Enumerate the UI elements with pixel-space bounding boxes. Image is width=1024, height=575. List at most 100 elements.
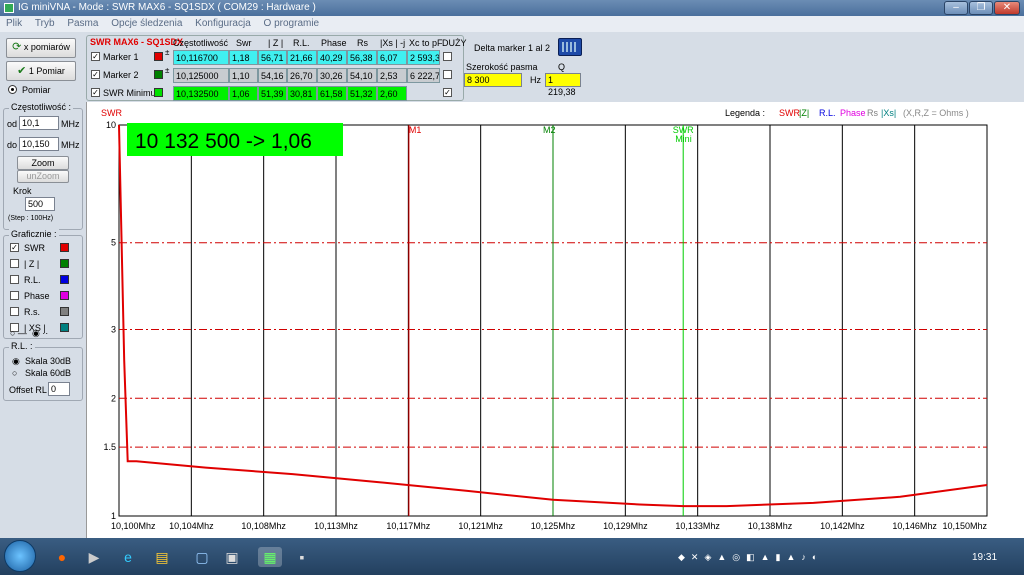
y-tick-label: 2: [111, 393, 116, 403]
graph-checkbox-2[interactable]: [10, 275, 19, 284]
menu-tryb[interactable]: Tryb: [35, 18, 55, 29]
col-freq: Częstotliwość: [173, 38, 229, 48]
graph-color-swatch[interactable]: [60, 291, 69, 300]
krok-input[interactable]: 500: [25, 197, 55, 211]
graph-item-label: SWR: [24, 243, 45, 253]
x-tick-label: 10,133Mhz: [675, 521, 720, 531]
folder-icon[interactable]: ▣: [220, 547, 244, 567]
graph-checkbox-0[interactable]: ✓: [10, 243, 19, 252]
y-tick-label: 1: [111, 511, 116, 521]
task-icon[interactable]: ▪: [290, 547, 314, 567]
graph-color-swatch[interactable]: [60, 275, 69, 284]
menu-konfiguracja[interactable]: Konfiguracja: [195, 18, 251, 29]
y-tick-label: 1.5: [103, 442, 116, 452]
tray-icons[interactable]: ◆✕◈▲◎◧▲▮▲♪◐: [678, 552, 918, 564]
table-title: SWR MAX6 - SQ1SDX: [90, 37, 184, 47]
start-button[interactable]: [4, 540, 36, 572]
freq-to-input[interactable]: 10,150: [19, 137, 59, 151]
y-axis-label: SWR: [101, 108, 122, 118]
marker1-spin[interactable]: ±: [165, 48, 169, 57]
rl-30db-radio[interactable]: ◉: [12, 356, 20, 367]
swrmin-checkbox[interactable]: ✓: [91, 88, 100, 97]
q-label: Q: [558, 62, 566, 72]
marker2-checkbox[interactable]: ✓: [91, 70, 100, 79]
table-cell: 2 593,3: [407, 50, 440, 65]
minimize-button[interactable]: –: [944, 1, 968, 15]
marker2-spin[interactable]: ±: [165, 66, 169, 75]
bw-unit: Hz: [530, 75, 541, 85]
minivna-task[interactable]: ▦: [258, 547, 282, 567]
app-icon: [4, 3, 14, 13]
swrmin-duzy-checkbox[interactable]: ✓: [443, 88, 452, 97]
table-cell: 10,125000: [173, 68, 229, 83]
table-cell: 26,70: [287, 68, 317, 83]
media-player-icon[interactable]: ▶: [82, 547, 106, 567]
table-cell: 21,66: [287, 50, 317, 65]
ie-icon[interactable]: e: [116, 547, 140, 567]
x-tick-label: 10,125Mhz: [531, 521, 576, 531]
graph-checkbox-1[interactable]: [10, 259, 19, 268]
marker-label: Mini: [675, 134, 692, 144]
od-label: od: [7, 119, 18, 129]
swrmin-color[interactable]: [154, 88, 163, 97]
title-bar: IG miniVNA - Mode : SWR MAX6 - SQ1SDX ( …: [0, 0, 1024, 16]
freq-from-input[interactable]: 10,1: [19, 116, 59, 130]
firefox-icon[interactable]: ●: [50, 547, 74, 567]
marker1-color[interactable]: [154, 52, 163, 61]
close-button[interactable]: ✕: [994, 1, 1020, 15]
graph-color-swatch[interactable]: [60, 307, 69, 316]
offset-rl-input[interactable]: 0: [48, 382, 70, 396]
do-label: do: [7, 140, 18, 150]
y-tick-label: 5: [111, 238, 116, 248]
menu-pasma[interactable]: Pasma: [67, 18, 98, 29]
legend-xs: |Xs|: [881, 108, 896, 118]
zoom-button[interactable]: Zoom M1/M2: [17, 156, 69, 180]
explorer-icon[interactable]: ▤: [150, 547, 174, 567]
rl-60db-radio[interactable]: ○: [12, 368, 17, 378]
swr-chart: 10,100Mhz 10,104Mhz 10,108Mhz 10,113Mhz 10,1…: [101, 108, 988, 531]
table-cell: 2,53: [377, 68, 407, 83]
table-cell: 51,32: [347, 86, 377, 101]
graph-color-swatch[interactable]: [60, 323, 69, 332]
col-xc: Xc to pF: [409, 38, 443, 48]
marker1-duzy-checkbox[interactable]: [443, 52, 452, 61]
offset-rl-label: Offset RL: [9, 385, 47, 395]
calculator-icon[interactable]: [558, 38, 582, 56]
marker2-duzy-checkbox[interactable]: [443, 70, 452, 79]
menu-plik[interactable]: Plik: [6, 18, 22, 29]
x-tick-label: 10,142Mhz: [820, 521, 865, 531]
top-panel: ⟳ x pomiarów ✔ 1 Pomiar Pomiar SWR MAX6 …: [0, 32, 1024, 102]
legend-phase: Phase: [840, 108, 866, 118]
x-tick-label: 10,150Mhz: [942, 521, 987, 531]
marker1-checkbox[interactable]: ✓: [91, 52, 100, 61]
graph-checkbox-4[interactable]: [10, 307, 19, 316]
table-cell: 10,116700: [173, 50, 229, 65]
pomiar-radio[interactable]: [8, 85, 17, 94]
menu-bar: Plik Tryb Pasma Opcje śledzenia Konfigur…: [0, 16, 1024, 32]
table-cell: 10,132500: [173, 86, 229, 101]
do-unit: MHz: [61, 140, 80, 150]
graph-color-swatch[interactable]: [60, 243, 69, 252]
window-icon[interactable]: ▢: [190, 547, 214, 567]
readout-text: 10 132 500 -> 1,06: [135, 130, 312, 153]
clock: 19:31: [972, 552, 998, 563]
menu-opcje[interactable]: Opcje śledzenia: [111, 18, 182, 29]
sidebar: Częstotliwość : od 10,1 MHz do 10,150 MH…: [0, 102, 86, 538]
legend-rl: R.L.: [819, 108, 836, 118]
marker2-color[interactable]: [154, 70, 163, 79]
graph-item-label: Phase: [24, 291, 50, 301]
jeden-pomiar-button[interactable]: ✔ 1 Pomiar: [6, 61, 76, 81]
graph-checkbox-3[interactable]: [10, 291, 19, 300]
col-swr: Swr: [236, 38, 252, 48]
table-cell: 1,10: [229, 68, 258, 83]
x-pomiarow-button[interactable]: ⟳ x pomiarów: [6, 38, 76, 58]
check-icon: ✔: [17, 65, 27, 77]
line-style-radio[interactable]: ○ — ◉ ··: [10, 328, 48, 339]
menu-o-programie[interactable]: O programie: [264, 18, 320, 29]
x-tick-label: 10,100Mhz: [111, 521, 156, 531]
unzoom-button[interactable]: unZoom: [17, 170, 69, 183]
maximize-button[interactable]: ❐: [969, 1, 993, 15]
graph-color-swatch[interactable]: [60, 259, 69, 268]
col-duzy: DUŻY: [442, 38, 467, 48]
x-tick-label: 10,146Mhz: [892, 521, 937, 531]
